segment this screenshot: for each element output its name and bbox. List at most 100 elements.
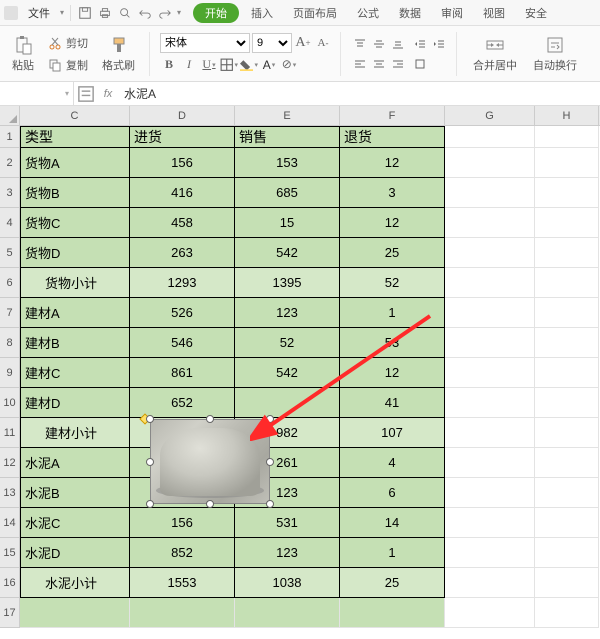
name-box[interactable] <box>0 82 74 105</box>
cell-ret[interactable]: 53 <box>340 328 445 358</box>
undo-icon[interactable] <box>137 5 153 21</box>
preview-icon[interactable] <box>117 5 133 21</box>
cell[interactable] <box>445 358 535 388</box>
cell[interactable] <box>340 598 445 628</box>
cell-ret[interactable]: 1 <box>340 298 445 328</box>
cell[interactable] <box>535 328 599 358</box>
row-header[interactable]: 6 <box>0 268 20 298</box>
merge-button[interactable]: 合并居中 <box>467 33 523 75</box>
cell[interactable] <box>535 598 599 628</box>
resize-handle-icon[interactable] <box>266 458 274 466</box>
italic-icon[interactable]: I <box>180 56 198 74</box>
cell-ret[interactable]: 52 <box>340 268 445 298</box>
align-middle-icon[interactable] <box>370 35 388 53</box>
cell[interactable] <box>20 598 130 628</box>
cell[interactable] <box>445 148 535 178</box>
cell-in[interactable]: 156 <box>130 508 235 538</box>
tab-start[interactable]: 开始 <box>193 3 239 23</box>
tab-data[interactable]: 数据 <box>391 3 429 23</box>
qat-dropdown-icon[interactable]: ▾ <box>177 8 181 17</box>
embedded-image[interactable] <box>150 419 270 504</box>
cell-type[interactable]: 货物D <box>20 238 130 268</box>
cell-type[interactable]: 建材C <box>20 358 130 388</box>
font-color-icon[interactable]: A <box>260 56 278 74</box>
col-header-H[interactable]: H <box>535 106 599 125</box>
cell-ret[interactable]: 25 <box>340 568 445 598</box>
cell[interactable] <box>445 538 535 568</box>
redo-icon[interactable] <box>157 5 173 21</box>
col-header-D[interactable]: D <box>130 106 235 125</box>
cell[interactable] <box>445 568 535 598</box>
cell[interactable] <box>445 388 535 418</box>
cell-sale[interactable]: 153 <box>235 148 340 178</box>
cell-in[interactable]: 1553 <box>130 568 235 598</box>
file-menu[interactable]: 文件 <box>22 3 56 23</box>
row-header[interactable]: 13 <box>0 478 20 508</box>
cell-sale[interactable]: 542 <box>235 238 340 268</box>
print-icon[interactable] <box>97 5 113 21</box>
header-sale[interactable]: 销售 <box>235 126 340 148</box>
resize-handle-icon[interactable] <box>146 500 154 508</box>
cell-type[interactable]: 水泥D <box>20 538 130 568</box>
orientation-icon[interactable] <box>411 55 429 73</box>
resize-handle-icon[interactable] <box>146 415 154 423</box>
underline-icon[interactable]: U <box>200 56 218 74</box>
decrease-font-icon[interactable] <box>314 34 332 52</box>
format-painter-button[interactable]: 格式刷 <box>96 33 141 75</box>
cell[interactable] <box>445 208 535 238</box>
paste-button[interactable]: 粘贴 <box>6 33 40 75</box>
select-all-corner[interactable] <box>0 106 20 125</box>
cell[interactable] <box>445 418 535 448</box>
cell-ret[interactable]: 25 <box>340 238 445 268</box>
align-right-icon[interactable] <box>389 55 407 73</box>
cell[interactable] <box>445 268 535 298</box>
header-ret[interactable]: 退货 <box>340 126 445 148</box>
cell-type[interactable]: 建材小计 <box>20 418 130 448</box>
cell-ret[interactable]: 1 <box>340 538 445 568</box>
cell[interactable] <box>445 508 535 538</box>
align-bottom-icon[interactable] <box>389 35 407 53</box>
row-header[interactable]: 14 <box>0 508 20 538</box>
cell[interactable] <box>130 598 235 628</box>
cell[interactable] <box>535 148 599 178</box>
phonetic-icon[interactable]: ⊘ <box>280 56 298 74</box>
cell-sale[interactable]: 1038 <box>235 568 340 598</box>
cell-ret[interactable]: 12 <box>340 208 445 238</box>
resize-handle-icon[interactable] <box>206 500 214 508</box>
cell-type[interactable]: 货物A <box>20 148 130 178</box>
cell-sale[interactable]: 1395 <box>235 268 340 298</box>
cell-type[interactable]: 水泥B <box>20 478 130 508</box>
cell-ret[interactable]: 4 <box>340 448 445 478</box>
cell-type[interactable]: 水泥C <box>20 508 130 538</box>
copy-button[interactable]: 复制 <box>44 55 92 75</box>
cell-ret[interactable]: 12 <box>340 148 445 178</box>
col-header-E[interactable]: E <box>235 106 340 125</box>
cell[interactable] <box>535 298 599 328</box>
cell-type[interactable]: 货物C <box>20 208 130 238</box>
tab-formula[interactable]: 公式 <box>349 3 387 23</box>
row-header[interactable]: 5 <box>0 238 20 268</box>
cell-type[interactable]: 货物B <box>20 178 130 208</box>
increase-indent-icon[interactable] <box>430 35 448 53</box>
row-header[interactable]: 15 <box>0 538 20 568</box>
cell-sale[interactable]: 531 <box>235 508 340 538</box>
row-header[interactable]: 16 <box>0 568 20 598</box>
cell-ret[interactable]: 3 <box>340 178 445 208</box>
cell-sale[interactable]: 685 <box>235 178 340 208</box>
cell-in[interactable]: 861 <box>130 358 235 388</box>
cell[interactable] <box>535 268 599 298</box>
row-header[interactable]: 3 <box>0 178 20 208</box>
row-header[interactable]: 4 <box>0 208 20 238</box>
cell[interactable] <box>235 598 340 628</box>
cell[interactable] <box>535 178 599 208</box>
row-header[interactable]: 1 <box>0 126 20 148</box>
cell-in[interactable]: 263 <box>130 238 235 268</box>
tab-review[interactable]: 审阅 <box>433 3 471 23</box>
cell[interactable] <box>445 126 535 148</box>
tab-insert[interactable]: 插入 <box>243 3 281 23</box>
font-name-select[interactable]: 宋体 <box>160 33 250 53</box>
cell[interactable] <box>445 238 535 268</box>
cell-sale[interactable]: 542 <box>235 358 340 388</box>
resize-handle-icon[interactable] <box>206 415 214 423</box>
cell-type[interactable]: 建材B <box>20 328 130 358</box>
